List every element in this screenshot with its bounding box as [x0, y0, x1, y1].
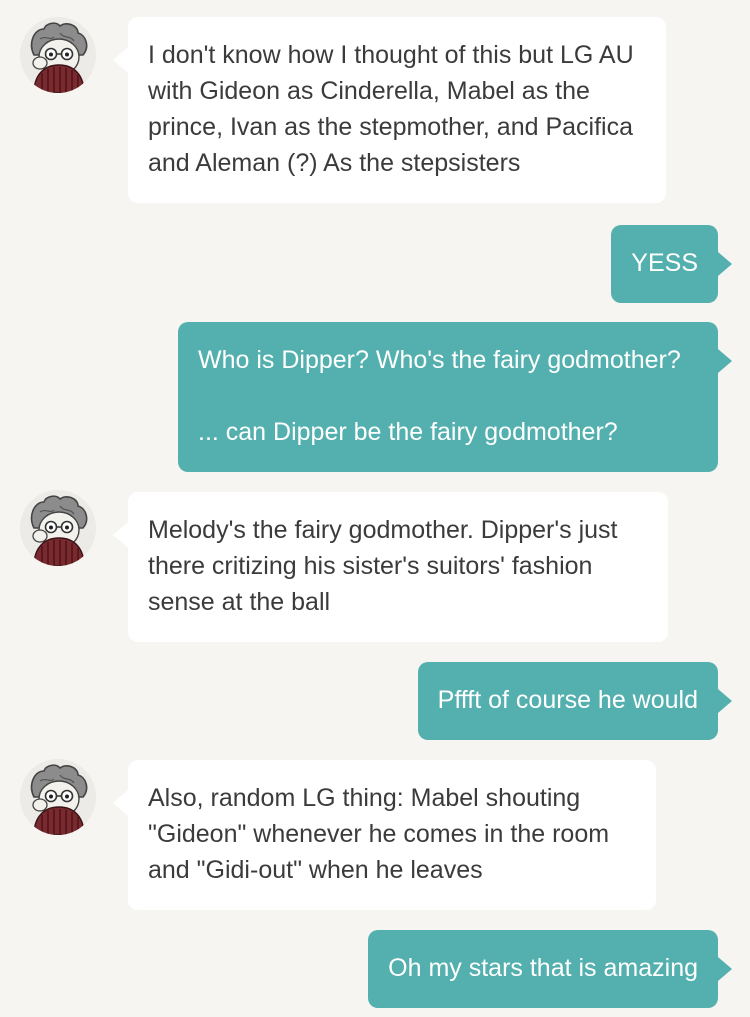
- message-outgoing[interactable]: Pffft of course he would: [417, 662, 733, 740]
- chat-thread: I don't know how I thought of this but L…: [0, 0, 750, 1017]
- cartoon-character-avatar-icon: [20, 17, 96, 93]
- avatar[interactable]: [20, 490, 96, 566]
- cartoon-character-avatar-icon: [20, 490, 96, 566]
- message-incoming[interactable]: Melody's the fairy godmother. Dipper's j…: [113, 492, 668, 642]
- avatar[interactable]: [20, 759, 96, 835]
- cartoon-character-avatar-icon: [20, 759, 96, 835]
- message-outgoing[interactable]: Who is Dipper? Who's the fairy godmother…: [178, 322, 732, 472]
- avatar[interactable]: [20, 17, 96, 93]
- message-incoming[interactable]: Also, random LG thing: Mabel shouting "G…: [113, 760, 656, 910]
- message-outgoing[interactable]: YESS: [611, 225, 732, 303]
- message-outgoing[interactable]: Oh my stars that is amazing: [368, 930, 732, 1008]
- message-incoming[interactable]: I don't know how I thought of this but L…: [113, 17, 666, 203]
